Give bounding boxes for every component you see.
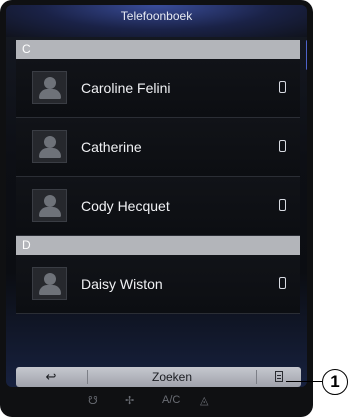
- scrollbar[interactable]: [306, 40, 307, 70]
- callout-line: [286, 381, 322, 382]
- page-title: Telefoonboek: [120, 9, 193, 23]
- title-bar: Telefoonboek: [6, 5, 307, 37]
- contact-name: Cody Hecquet: [81, 198, 170, 214]
- contact-name: Daisy Wiston: [81, 276, 163, 292]
- multimedia-screen: Telefoonboek C Caroline Felini Catherine…: [0, 0, 313, 417]
- defrost-icon[interactable]: ◬: [200, 394, 208, 407]
- fan-icon[interactable]: ✢: [125, 394, 134, 407]
- back-button[interactable]: ↩: [16, 367, 86, 387]
- avatar-icon: [32, 267, 67, 300]
- back-icon: ↩: [45, 369, 57, 384]
- ac-label[interactable]: A/C: [162, 394, 180, 406]
- search-button[interactable]: Zoeken: [88, 367, 256, 387]
- screen: Telefoonboek C Caroline Felini Catherine…: [6, 5, 307, 387]
- mobile-phone-icon: [279, 140, 286, 152]
- toolbar: ↩ Zoeken: [16, 367, 301, 387]
- mobile-phone-icon: [279, 199, 286, 211]
- contact-row[interactable]: Caroline Felini: [16, 59, 300, 118]
- contact-row[interactable]: Catherine: [16, 118, 300, 177]
- contact-list[interactable]: C Caroline Felini Catherine Cody Hecquet…: [16, 40, 300, 314]
- menu-button[interactable]: [256, 367, 301, 387]
- mobile-phone-icon: [279, 81, 286, 93]
- section-header-d: D: [16, 236, 300, 255]
- contact-row[interactable]: Daisy Wiston: [16, 255, 300, 314]
- callout-marker: 1: [322, 369, 348, 395]
- contact-name: Caroline Felini: [81, 80, 171, 96]
- mobile-phone-icon: [279, 277, 286, 289]
- seat-heat-icon[interactable]: ☋: [88, 394, 98, 407]
- list-icon: [274, 371, 283, 383]
- avatar-icon: [32, 71, 67, 104]
- section-header-c: C: [16, 40, 300, 59]
- contact-row[interactable]: Cody Hecquet: [16, 177, 300, 236]
- climate-strip: ☋ ✢ A/C ◬: [0, 390, 313, 417]
- avatar-icon: [32, 189, 67, 222]
- avatar-icon: [32, 130, 67, 163]
- contact-name: Catherine: [81, 139, 142, 155]
